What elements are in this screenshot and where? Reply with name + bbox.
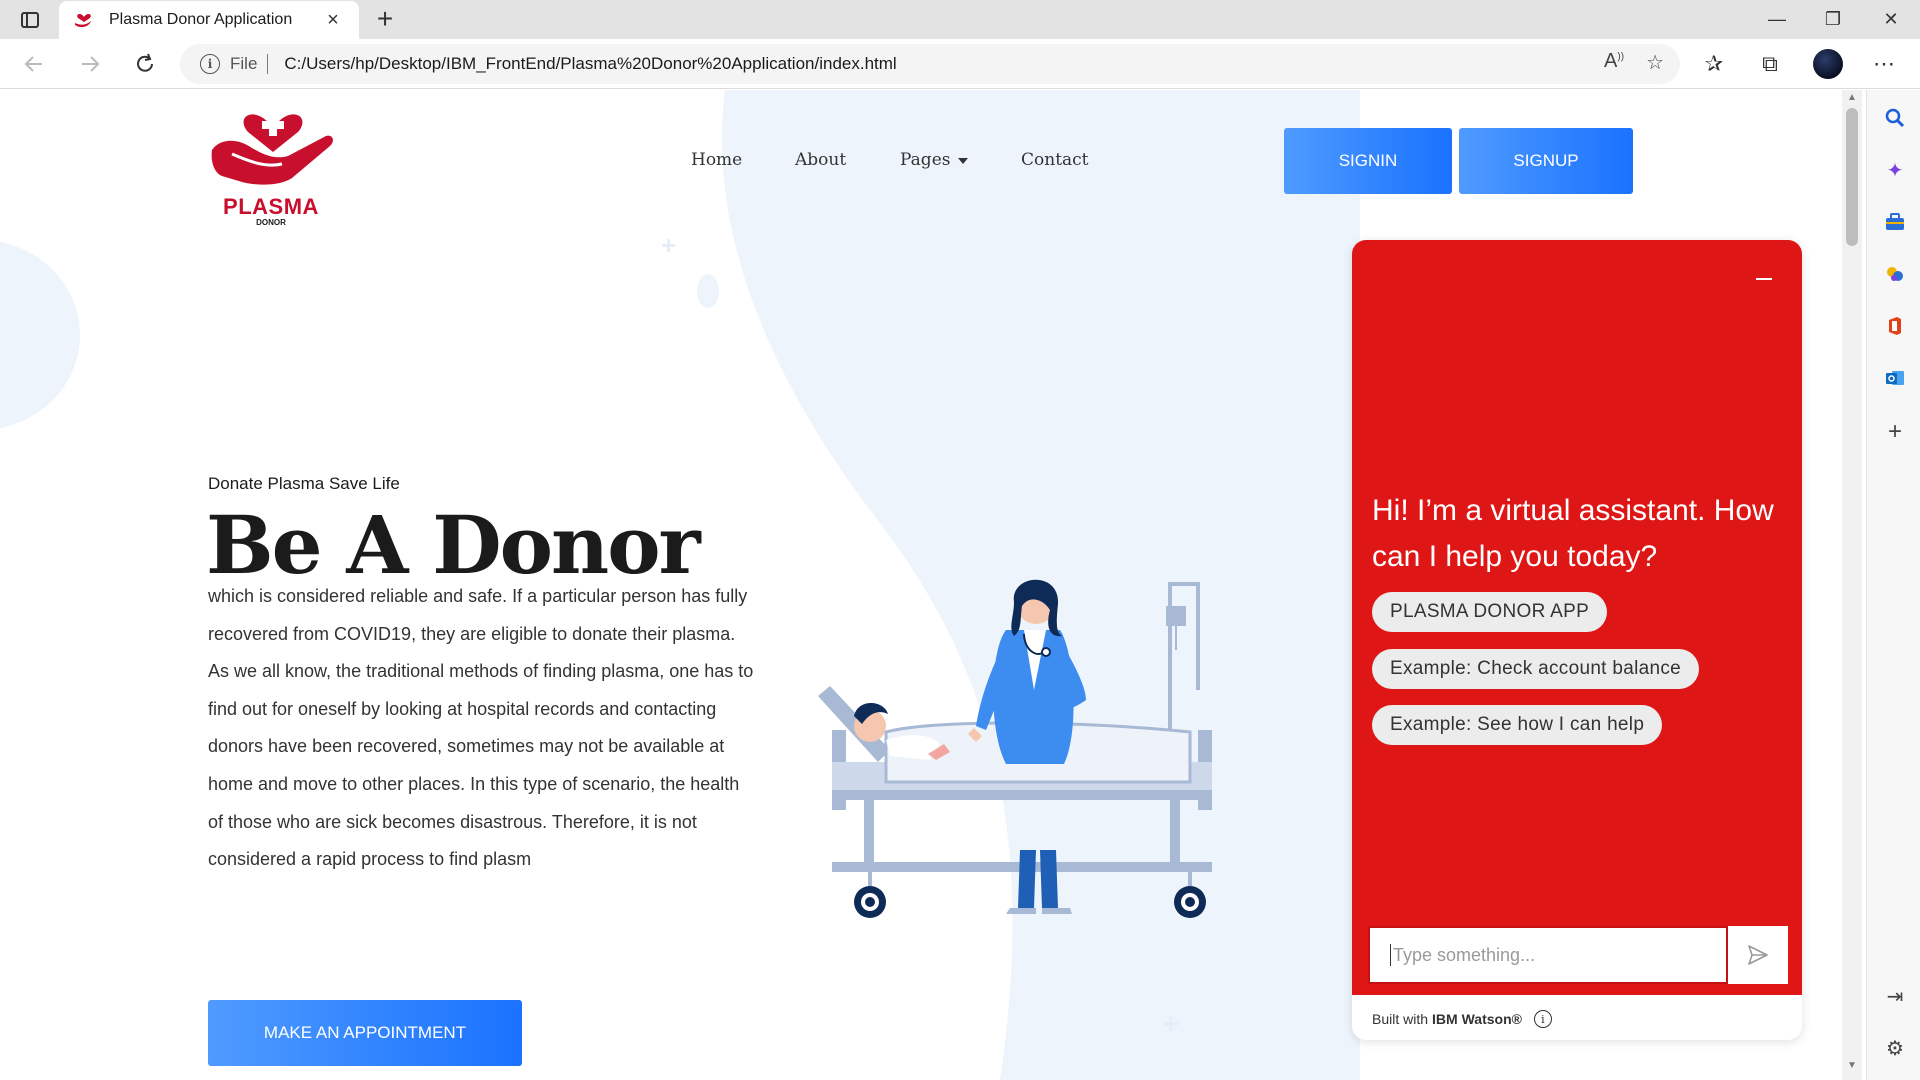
url-scheme-label: File xyxy=(230,54,258,73)
send-button[interactable] xyxy=(1728,926,1788,984)
browser-tab-bar: Plasma Donor Application × + — ❐ ✕ xyxy=(0,0,1920,39)
scroll-thumb[interactable] xyxy=(1846,108,1858,246)
more-menu-icon[interactable]: ⋯ xyxy=(1866,47,1902,81)
read-aloud-icon[interactable]: A)) xyxy=(1604,50,1624,75)
hide-sidebar-icon[interactable]: ⇥ xyxy=(1883,984,1907,1008)
caret-down-icon xyxy=(958,157,969,164)
signin-button[interactable]: SIGNIN xyxy=(1284,128,1452,194)
minimize-chat-icon[interactable] xyxy=(1756,278,1772,280)
background-dot xyxy=(1196,1030,1220,1070)
address-bar-row: i File C:/Users/hp/Desktop/IBM_FrontEnd/… xyxy=(0,39,1920,89)
plus-decoration-icon: + xyxy=(661,230,677,260)
reload-icon xyxy=(137,53,153,72)
nav-pages-label: Pages xyxy=(900,150,951,170)
nav-home[interactable]: Home xyxy=(691,150,742,170)
logo-text: PLASMA xyxy=(223,194,319,219)
tab-title: Plasma Donor Application xyxy=(109,11,293,28)
search-icon[interactable] xyxy=(1883,106,1907,130)
browser-tab[interactable]: Plasma Donor Application × xyxy=(59,1,359,39)
tab-actions-icon xyxy=(21,12,39,28)
chat-option-chip[interactable]: Example: See how I can help xyxy=(1372,705,1663,745)
nav-about[interactable]: About xyxy=(795,150,846,170)
signup-button[interactable]: SIGNUP xyxy=(1459,128,1633,194)
forward-arrow-icon xyxy=(82,56,100,72)
plasma-hand-heart-icon xyxy=(211,114,333,185)
chat-greeting: Hi! I’m a virtual assistant. How can I h… xyxy=(1372,494,1774,573)
info-icon[interactable]: i xyxy=(1533,1010,1552,1028)
restore-button[interactable]: ❐ xyxy=(1806,0,1860,39)
tab-actions-button[interactable] xyxy=(12,8,48,32)
chat-input-placeholder: Type something... xyxy=(1393,944,1536,965)
office-icon[interactable] xyxy=(1883,314,1907,338)
chat-footer: Built with IBM Watson® i xyxy=(1372,1010,1552,1028)
footer-brand: IBM Watson® xyxy=(1432,1011,1522,1027)
hero-body: which is considered reliable and safe. I… xyxy=(208,586,754,870)
page-scrollbar[interactable]: ▲ ▼ xyxy=(1842,90,1862,1080)
add-sidebar-app-icon[interactable]: + xyxy=(1883,418,1907,445)
chat-option-chip[interactable]: Example: Check account balance xyxy=(1372,649,1699,689)
close-window-button[interactable]: ✕ xyxy=(1864,0,1918,39)
profile-avatar[interactable] xyxy=(1813,49,1843,79)
add-favorite-icon[interactable]: ☆ xyxy=(1646,50,1664,75)
site-logo[interactable]: PLASMA DONOR xyxy=(208,90,334,230)
sparkle-icon[interactable]: ✦ xyxy=(1883,158,1907,182)
back-arrow-icon xyxy=(24,56,42,72)
nav-pages[interactable]: Pages xyxy=(900,150,969,170)
hero-subtitle: Donate Plasma Save Life xyxy=(208,474,400,493)
forward-button[interactable] xyxy=(72,47,108,81)
minimize-button[interactable]: — xyxy=(1750,0,1804,39)
chat-message-input[interactable]: Type something... xyxy=(1368,926,1728,984)
chat-widget: Hi! I’m a virtual assistant. How can I h… xyxy=(1352,240,1802,1040)
new-tab-button[interactable]: + xyxy=(370,4,400,34)
background-shape xyxy=(0,240,80,430)
back-button[interactable] xyxy=(16,47,52,81)
tab-close-icon[interactable]: × xyxy=(321,9,345,32)
footer-prefix: Built with xyxy=(1372,1011,1429,1027)
toolbox-icon[interactable] xyxy=(1883,210,1907,234)
favorites-icon[interactable]: ✰ xyxy=(1696,47,1732,81)
web-page: + + PLASMA DONOR Home About Pages Contac… xyxy=(0,90,1842,1080)
settings-gear-icon[interactable]: ⚙ xyxy=(1883,1036,1907,1060)
logo-subtext: DONOR xyxy=(256,218,286,227)
scroll-up-icon[interactable]: ▲ xyxy=(1847,92,1857,103)
reload-button[interactable] xyxy=(127,47,163,81)
text-cursor xyxy=(1390,944,1391,966)
site-info-icon[interactable]: i xyxy=(200,54,220,74)
url-separator xyxy=(267,54,269,74)
favicon-icon xyxy=(73,9,95,31)
make-appointment-button[interactable]: MAKE AN APPOINTMENT xyxy=(208,1000,522,1066)
doctor-patient-illustration xyxy=(818,579,1212,918)
background-dot xyxy=(697,274,719,308)
scroll-down-icon[interactable]: ▼ xyxy=(1847,1060,1857,1071)
games-icon[interactable] xyxy=(1883,262,1907,286)
chat-option-chip[interactable]: PLASMA DONOR APP xyxy=(1372,592,1608,632)
url-text[interactable]: C:/Users/hp/Desktop/IBM_FrontEnd/Plasma%… xyxy=(284,54,896,74)
collections-icon[interactable]: ⧉ xyxy=(1752,47,1788,81)
send-icon xyxy=(1748,945,1768,965)
plus-decoration-icon: + xyxy=(1162,1008,1180,1041)
url-field[interactable]: i File C:/Users/hp/Desktop/IBM_FrontEnd/… xyxy=(180,44,1680,84)
outlook-icon[interactable] xyxy=(1883,366,1907,390)
chat-header-panel: Hi! I’m a virtual assistant. How can I h… xyxy=(1352,240,1802,995)
edge-sidebar: ✦ + ⇥ ⚙ xyxy=(1866,90,1920,1080)
nav-contact[interactable]: Contact xyxy=(1021,150,1089,170)
